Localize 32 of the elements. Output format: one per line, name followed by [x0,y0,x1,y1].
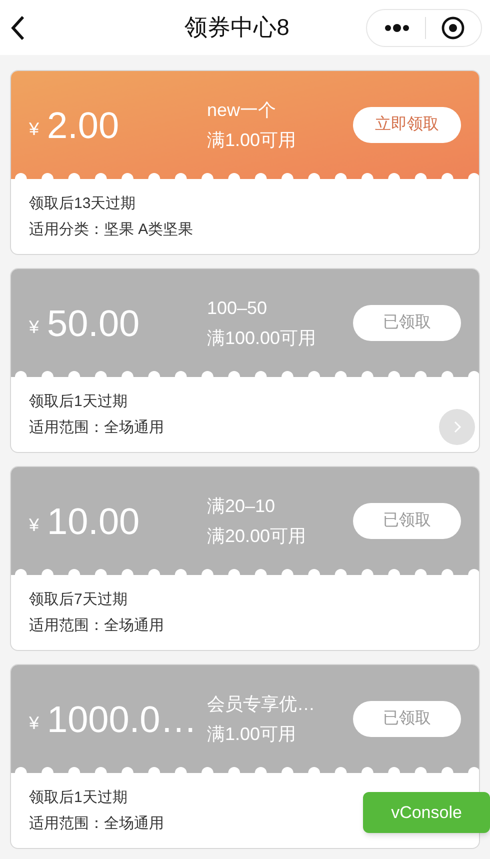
scope-text: 适用分类：坚果 A类坚果 [29,220,194,240]
coupon-name: 100–50 [207,297,268,320]
page-title: 领券中心8 [184,13,290,42]
scope-text: 适用范围：全场通用 [29,616,164,636]
currency-symbol: ¥ [29,712,40,734]
coupon-amount: 10.00 [47,502,140,540]
more-icon[interactable] [384,24,410,32]
coupon-name: 满20–10 [207,495,276,518]
expiry-text: 领取后1天过期 [29,788,128,808]
claim-button[interactable]: 已领取 [353,503,461,539]
coupon-condition: 满100.00可用 [207,327,318,350]
expiry-text: 领取后13天过期 [29,194,136,214]
currency-symbol: ¥ [29,118,40,140]
scope-text: 适用范围：全场通用 [29,418,164,438]
coupon-amount: 50.00 [47,304,140,342]
close-icon[interactable] [440,16,465,40]
expiry-text: 领取后1天过期 [29,392,128,412]
console-button[interactable]: vConsole [363,792,490,833]
currency-symbol: ¥ [29,514,40,536]
claim-button[interactable]: 已领取 [353,701,461,737]
claim-button[interactable]: 立即领取 [353,107,461,143]
coupon-name: new一个 [207,99,278,122]
coupon-name: 会员专享优… [207,693,316,716]
coupon-amount: 1000.0… [47,700,198,738]
coupon-condition: 满20.00可用 [207,525,308,548]
claim-button[interactable]: 已领取 [353,305,461,341]
coupon-amount: 2.00 [47,106,120,144]
currency-symbol: ¥ [29,316,40,338]
expiry-text: 领取后7天过期 [29,590,128,610]
scope-text: 适用范围：全场通用 [29,814,164,834]
coupon-condition: 满1.00可用 [207,129,298,152]
coupon-condition: 满1.00可用 [207,723,298,746]
